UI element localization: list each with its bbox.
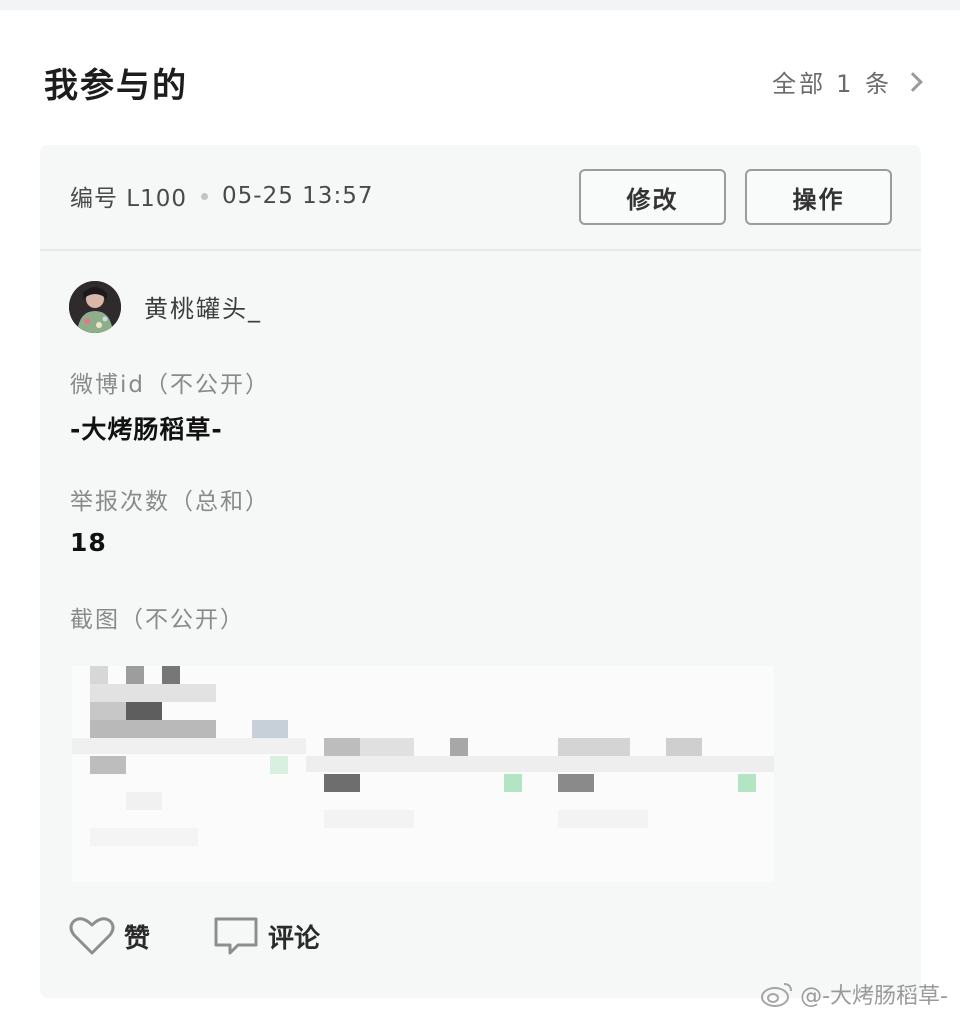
card-number: 编号 L100	[70, 186, 188, 212]
report-card: 编号 L100 05-25 13:57 修改 操作 黄桃罐头_ 微博id（不公开…	[40, 145, 921, 998]
view-all-label: 全部	[772, 70, 827, 98]
weibo-logo-icon	[761, 983, 793, 1007]
weibo-id-label: 微博id（不公开）	[70, 372, 270, 398]
like-label: 赞	[124, 923, 151, 954]
screenshot-label: 截图（不公开）	[70, 607, 245, 633]
watermark: @-大烤肠稻草-	[760, 978, 948, 1010]
comment-label: 评论	[268, 923, 321, 954]
card-timestamp: 05-25 13:57	[222, 183, 374, 209]
avatar[interactable]	[69, 281, 121, 333]
chevron-right-icon	[903, 71, 923, 92]
page-title: 我参与的	[44, 66, 188, 106]
top-divider-bar	[0, 0, 960, 10]
screenshot-image[interactable]	[72, 666, 774, 882]
heart-icon	[69, 917, 115, 955]
report-count-label: 举报次数（总和）	[70, 489, 270, 515]
username[interactable]: 黄桃罐头_	[144, 289, 262, 324]
operate-button[interactable]: 操作	[745, 169, 892, 225]
report-count-value: 18	[70, 528, 107, 557]
card-header: 编号 L100 05-25 13:57 修改 操作	[40, 145, 921, 251]
total-count: 1 条	[836, 70, 892, 98]
card-meta: 编号 L100 05-25 13:57	[70, 179, 373, 213]
like-button[interactable]: 赞	[68, 915, 150, 957]
watermark-text: @-大烤肠稻草-	[800, 984, 948, 1009]
edit-button[interactable]: 修改	[579, 169, 726, 225]
comment-button[interactable]: 评论	[212, 915, 320, 957]
comment-icon	[214, 917, 258, 955]
view-all-link[interactable]: 全部 1 条	[772, 64, 923, 99]
card-actions: 赞 评论	[68, 915, 320, 957]
weibo-id-value: -大烤肠稻草-	[70, 415, 223, 444]
separator-dot	[201, 192, 209, 200]
